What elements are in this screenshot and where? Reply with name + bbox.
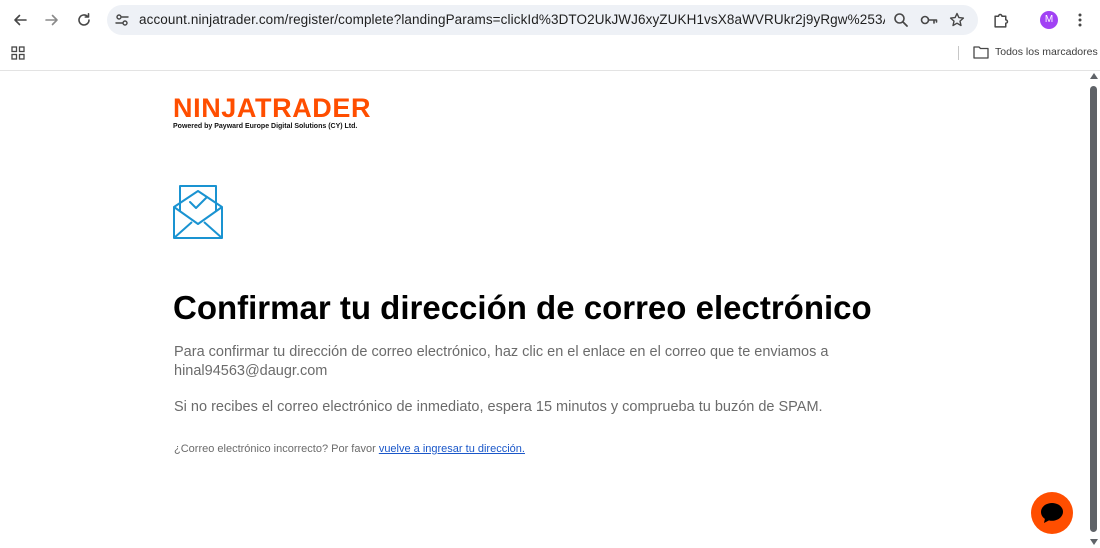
scroll-thumb[interactable] — [1090, 86, 1097, 532]
envelope-check-icon — [173, 185, 223, 239]
folder-icon[interactable] — [973, 45, 989, 59]
page-title: Confirmar tu dirección de correo electró… — [173, 289, 872, 326]
grid-icon[interactable] — [11, 46, 25, 60]
browser-toolbar: account.ninjatrader.com/register/complet… — [0, 0, 1100, 40]
forward-button[interactable] — [40, 8, 64, 32]
puzzle-icon — [993, 13, 1008, 28]
profile-avatar[interactable]: M — [1040, 11, 1058, 29]
all-bookmarks-label[interactable]: Todos los marcadores — [995, 46, 1098, 58]
scroll-down-arrow[interactable] — [1090, 539, 1098, 545]
spam-note: Si no recibes el correo electrónico de i… — [174, 399, 823, 415]
chat-bubble-icon — [1041, 503, 1063, 523]
reenter-email-link[interactable]: vuelve a ingresar tu dirección. — [379, 443, 525, 455]
key-icon[interactable] — [920, 12, 938, 28]
chat-button[interactable] — [1031, 492, 1073, 534]
star-icon[interactable] — [949, 12, 965, 28]
logo-subtitle: Powered by Payward Europe Digital Soluti… — [173, 123, 358, 130]
instruction-text: Para confirmar tu dirección de correo el… — [174, 343, 874, 381]
address-bar[interactable]: account.ninjatrader.com/register/complet… — [107, 5, 978, 35]
reload-button[interactable] — [72, 8, 96, 32]
tune-icon[interactable] — [114, 12, 130, 28]
arrow-right-icon — [45, 14, 58, 26]
ninjatrader-logo[interactable]: NINJATRADER — [173, 93, 371, 123]
bookmarks-separator — [958, 46, 959, 60]
url-text[interactable]: account.ninjatrader.com/register/complet… — [139, 12, 885, 29]
back-button[interactable] — [8, 8, 32, 32]
browser-menu-button[interactable] — [1070, 10, 1090, 30]
magnifier-icon[interactable] — [893, 12, 909, 28]
arrow-left-icon — [14, 14, 27, 26]
instruction-sentence: Para confirmar tu dirección de correo el… — [174, 344, 829, 360]
reload-icon — [78, 13, 90, 26]
wrong-email-line: ¿Correo electrónico incorrecto? Por favo… — [174, 443, 525, 455]
kebab-icon — [1078, 13, 1082, 27]
user-email: hinal94563@daugr.com — [174, 363, 328, 379]
scroll-up-arrow[interactable] — [1090, 73, 1098, 79]
bookmarks-bar — [0, 40, 1100, 71]
extensions-button[interactable] — [991, 10, 1011, 30]
wrong-email-prompt: ¿Correo electrónico incorrecto? Por favo… — [174, 443, 376, 455]
